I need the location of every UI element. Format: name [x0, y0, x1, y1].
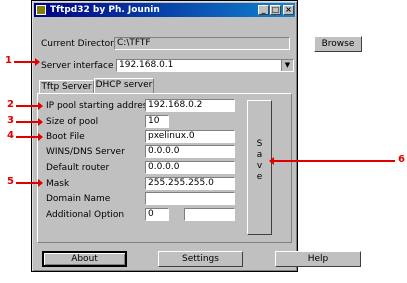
save-letter-a: a	[256, 150, 263, 160]
about-button[interactable]: About	[42, 251, 127, 267]
settings-button[interactable]: Settings	[158, 251, 243, 267]
current-directory-label: Current Directory	[41, 39, 120, 49]
save-letter-v: v	[256, 161, 263, 171]
server-interface-select[interactable]: 192.168.0.1 ▼	[116, 59, 294, 72]
annotation-1: 1	[5, 55, 12, 66]
annotation-2-arrow	[16, 102, 43, 110]
additional-option-code-field[interactable]: 0	[145, 208, 169, 221]
annotation-5-arrow	[16, 179, 43, 187]
settings-label: Settings	[182, 254, 219, 264]
annotation-2: 2	[7, 99, 14, 110]
annotation-6: 6	[398, 154, 405, 165]
pool-size-label: Size of pool	[46, 117, 99, 127]
annotation-6-arrow	[269, 157, 395, 165]
wins-dns-field[interactable]: 0.0.0.0	[145, 145, 235, 158]
boot-file-field[interactable]: pxelinux.0	[145, 130, 235, 143]
save-letter-s: S	[256, 139, 263, 149]
help-label: Help	[307, 254, 329, 264]
browse-label: Browse	[321, 39, 355, 49]
additional-option-value-field[interactable]	[184, 208, 235, 221]
domain-name-label: Domain Name	[46, 194, 111, 204]
help-button[interactable]: Help	[275, 251, 361, 267]
mask-label: Mask	[46, 179, 70, 189]
default-router-label: Default router	[46, 163, 110, 173]
annotation-3-arrow	[16, 118, 43, 126]
server-interface-label: Server interface	[41, 61, 114, 71]
browse-button[interactable]: Browse	[314, 36, 362, 52]
chevron-down-icon[interactable]: ▼	[281, 60, 293, 71]
annotation-4: 4	[7, 130, 14, 141]
close-button[interactable]: ×	[283, 5, 294, 15]
window-title: Tftpd32 by Ph. Jounin	[50, 5, 160, 15]
server-interface-value: 192.168.0.1	[119, 60, 174, 70]
current-directory-field[interactable]: C:\TFTF	[114, 37, 290, 50]
app-icon	[36, 5, 46, 15]
annotation-3: 3	[7, 115, 14, 126]
about-label: About	[71, 254, 98, 264]
domain-name-field[interactable]	[145, 192, 235, 205]
ip-pool-field[interactable]: 192.168.0.2	[145, 99, 235, 112]
tab-dhcp-server[interactable]: DHCP server	[94, 78, 154, 93]
maximize-button[interactable]: □	[270, 5, 281, 15]
annotation-1-arrow	[14, 58, 40, 66]
ip-pool-label: IP pool starting address	[46, 101, 153, 111]
wins-dns-label: WINS/DNS Server	[46, 147, 125, 157]
title-bar[interactable]: Tftpd32 by Ph. Jounin _ □ ×	[34, 3, 295, 17]
save-button[interactable]: S a v e	[247, 100, 272, 235]
annotation-5: 5	[7, 176, 14, 187]
tab-tftp-server[interactable]: Tftp Server	[39, 80, 94, 93]
mask-field[interactable]: 255.255.255.0	[145, 177, 235, 190]
annotation-4-arrow	[16, 133, 43, 141]
default-router-field[interactable]: 0.0.0.0	[145, 161, 235, 174]
boot-file-label: Boot File	[46, 132, 85, 142]
pool-size-field[interactable]: 10	[145, 115, 169, 128]
save-letter-e: e	[256, 172, 263, 182]
additional-option-label: Additional Option	[46, 210, 125, 220]
minimize-button[interactable]: _	[258, 5, 269, 15]
